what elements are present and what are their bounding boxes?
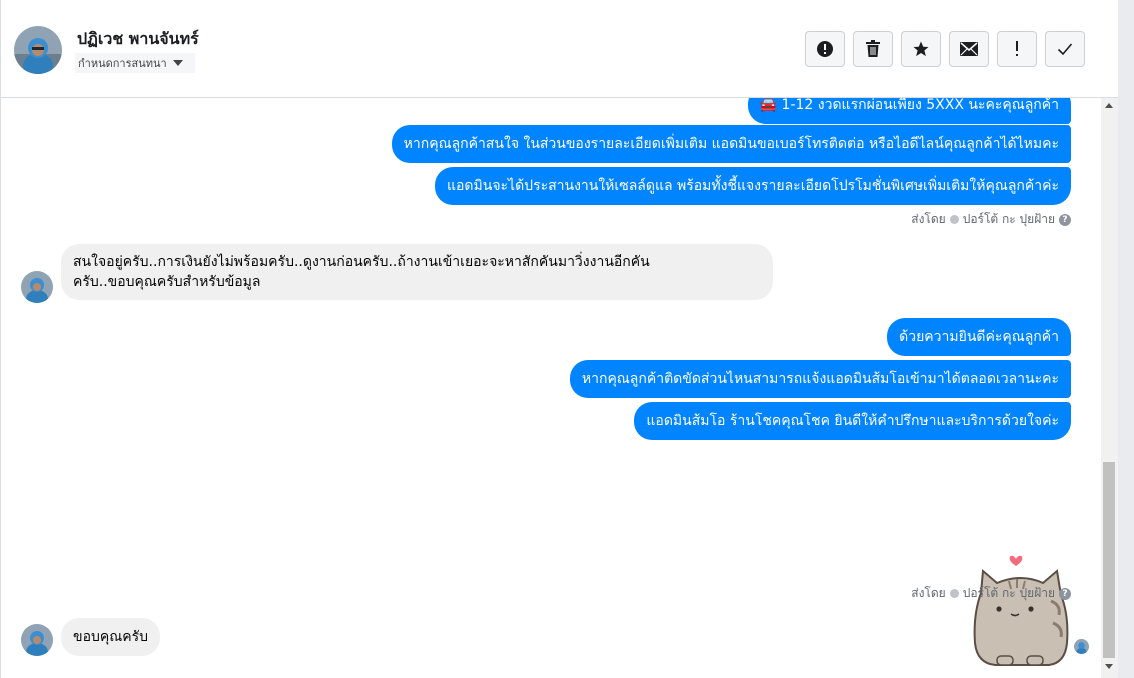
page-edge-strip (1117, 0, 1134, 678)
outgoing-message: แอดมินจะได้ประสานงานให้เซลล์ดูแล พร้อมทั… (435, 167, 1071, 205)
alert-circle-icon (817, 41, 833, 57)
sent-by-info: ส่งโดย ปอร์โต้ กะ ปุยฝ้าย ? (911, 210, 1071, 229)
conversation-header: ปฏิเวช พานจันทร์ กำหนดการสนทนา (1, 0, 1118, 98)
scroll-down-arrow-icon[interactable] (1105, 664, 1113, 669)
follow-up-button[interactable] (997, 31, 1037, 67)
incoming-message: สนใจอยู่ครับ..การเงินยังไม่พร้อมครับ..ดู… (61, 244, 773, 300)
sender-name[interactable]: ปอร์โต้ กะ ปุยฝ้าย (963, 210, 1055, 229)
page-avatar-icon (949, 215, 959, 224)
contact-name[interactable]: ปฏิเวช พานจันทร์ (77, 27, 199, 52)
pusheen-sticker (973, 555, 1069, 666)
incoming-message-line: ครับ..ขอบคุณครับสำหรับข้อมูล (73, 274, 261, 290)
message-list[interactable]: 🚘 1-12 งวดแรกผ่อนเพียง 5XXX นะคะคุณลูกค้… (1, 98, 1101, 678)
outgoing-message: แอดมินส้มโอ ร้านโชคคุณโชค ยินดีให้คำปรึก… (634, 402, 1071, 440)
star-icon (913, 41, 929, 57)
outgoing-message: ด้วยความยินดีค่ะคุณลูกค้า (887, 318, 1071, 356)
exclamation-icon (1016, 41, 1018, 56)
scrollbar-thumb[interactable] (1103, 462, 1115, 658)
page-avatar-icon (949, 589, 959, 598)
outgoing-message: 🚘 1-12 งวดแรกผ่อนเพียง 5XXX นะคะคุณลูกค้… (747, 98, 1071, 124)
contact-avatar-small (21, 624, 53, 656)
contact-avatar-small (21, 271, 53, 303)
caret-down-icon (172, 60, 183, 66)
help-icon[interactable]: ? (1059, 213, 1071, 226)
scroll-up-arrow-icon[interactable] (1105, 103, 1113, 108)
incoming-message-line: สนใจอยู่ครับ..การเงินยังไม่พร้อมครับ..ดู… (73, 254, 650, 270)
assign-label: กำหนดการสนทนา (78, 57, 167, 70)
sent-by-label: ส่งโดย (911, 586, 946, 600)
outgoing-message: หากคุณลูกค้าสนใจ ในส่วนของรายละเอียดเพิ่… (391, 125, 1071, 163)
conversation-panel: ปฏิเวช พานจันทร์ กำหนดการสนทนา 🚘 1-12 งว… (0, 0, 1118, 678)
trash-icon (866, 40, 880, 57)
star-button[interactable] (901, 31, 941, 67)
mark-done-button[interactable] (1045, 31, 1085, 67)
mark-unread-button[interactable] (949, 31, 989, 67)
seen-indicator-avatar (1074, 639, 1089, 654)
envelope-icon (960, 42, 978, 56)
help-icon[interactable]: ? (1059, 587, 1071, 600)
sender-name[interactable]: ปอร์โต้ กะ ปุยฝ้าย (963, 584, 1055, 603)
delete-button[interactable] (853, 31, 893, 67)
sent-by-label: ส่งโดย (911, 212, 946, 226)
outgoing-message: หากคุณลูกค้าติดขัดส่วนไหนสามารถแจ้งแอดมิ… (569, 360, 1071, 398)
sent-by-info: ส่งโดย ปอร์โต้ กะ ปุยฝ้าย ? (911, 584, 1071, 603)
assign-conversation-dropdown[interactable]: กำหนดการสนทนา (75, 53, 195, 73)
checkmark-icon (1057, 43, 1073, 56)
spam-button[interactable] (805, 31, 845, 67)
incoming-message: ขอบคุณครับ (61, 618, 160, 656)
contact-avatar[interactable] (14, 26, 62, 74)
